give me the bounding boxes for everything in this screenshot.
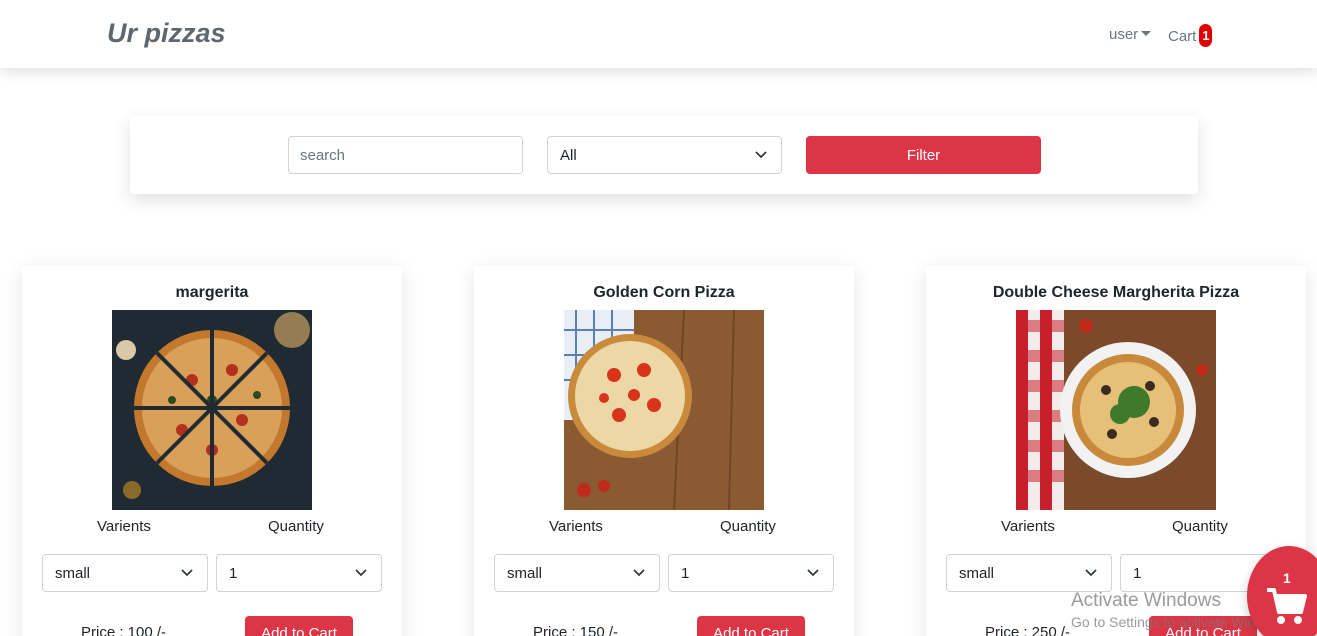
varients-label: Varients bbox=[549, 518, 603, 535]
pizza-name: Golden Corn Pizza bbox=[593, 284, 735, 301]
cart-label: Cart bbox=[1168, 28, 1197, 45]
pizza-image[interactable] bbox=[1016, 310, 1216, 510]
category-value: All bbox=[560, 146, 577, 164]
user-dropdown[interactable]: user bbox=[1109, 26, 1152, 43]
filter-button[interactable]: Filter bbox=[806, 136, 1041, 174]
quantity-label: Quantity bbox=[720, 518, 776, 535]
varients-label: Varients bbox=[1001, 518, 1055, 535]
chevron-down-icon bbox=[181, 569, 193, 577]
price-text: Price : 250 /- bbox=[985, 624, 1071, 636]
varient-value: small bbox=[507, 564, 543, 582]
quantity-select[interactable]: 1 bbox=[216, 554, 382, 592]
quantity-value: 1 bbox=[681, 564, 690, 582]
floating-cart-count: 1 bbox=[1283, 570, 1291, 586]
search-input[interactable] bbox=[288, 136, 523, 174]
varient-select[interactable]: small bbox=[946, 554, 1112, 592]
pizza-card: margerita Varients Quantity small 1 Pric… bbox=[22, 266, 402, 636]
shopping-cart-icon bbox=[1267, 588, 1307, 624]
pizza-name: margerita bbox=[175, 284, 249, 301]
brand-logo[interactable]: Ur pizzas bbox=[107, 18, 226, 49]
pizza-image[interactable] bbox=[564, 310, 764, 510]
quantity-select[interactable]: 1 bbox=[668, 554, 834, 592]
chevron-down-icon bbox=[1085, 569, 1097, 577]
quantity-label: Quantity bbox=[268, 518, 324, 535]
quantity-label: Quantity bbox=[1172, 518, 1228, 535]
user-label: user bbox=[1109, 26, 1139, 43]
varient-select[interactable]: small bbox=[42, 554, 208, 592]
cart-count-badge: 1 bbox=[1199, 24, 1213, 47]
varient-value: small bbox=[959, 564, 995, 582]
price-text: Price : 100 /- bbox=[81, 624, 167, 636]
cart-link[interactable]: Cart 1 bbox=[1168, 24, 1213, 47]
price-text: Price : 150 /- bbox=[533, 624, 619, 636]
category-select[interactable]: All bbox=[547, 136, 782, 174]
chevron-down-icon bbox=[355, 569, 367, 577]
varients-label: Varients bbox=[97, 518, 151, 535]
chevron-down-icon bbox=[633, 569, 645, 577]
pizza-image[interactable] bbox=[112, 310, 312, 510]
varient-select[interactable]: small bbox=[494, 554, 660, 592]
quantity-value: 1 bbox=[229, 564, 238, 582]
caret-down-icon bbox=[1141, 31, 1152, 36]
pizza-name: Double Cheese Margherita Pizza bbox=[992, 284, 1240, 301]
add-to-cart-button[interactable]: Add to Cart bbox=[697, 616, 805, 636]
add-to-cart-button[interactable]: Add to Cart bbox=[245, 616, 353, 636]
varient-value: small bbox=[55, 564, 91, 582]
pizza-card: Golden Corn Pizza Varients Quantity smal… bbox=[474, 266, 854, 636]
chevron-down-icon bbox=[755, 151, 767, 159]
navbar: Ur pizzas user Cart 1 bbox=[0, 0, 1317, 68]
chevron-down-icon bbox=[807, 569, 819, 577]
quantity-value: 1 bbox=[1133, 564, 1142, 582]
filter-bar: All Filter bbox=[130, 116, 1198, 194]
